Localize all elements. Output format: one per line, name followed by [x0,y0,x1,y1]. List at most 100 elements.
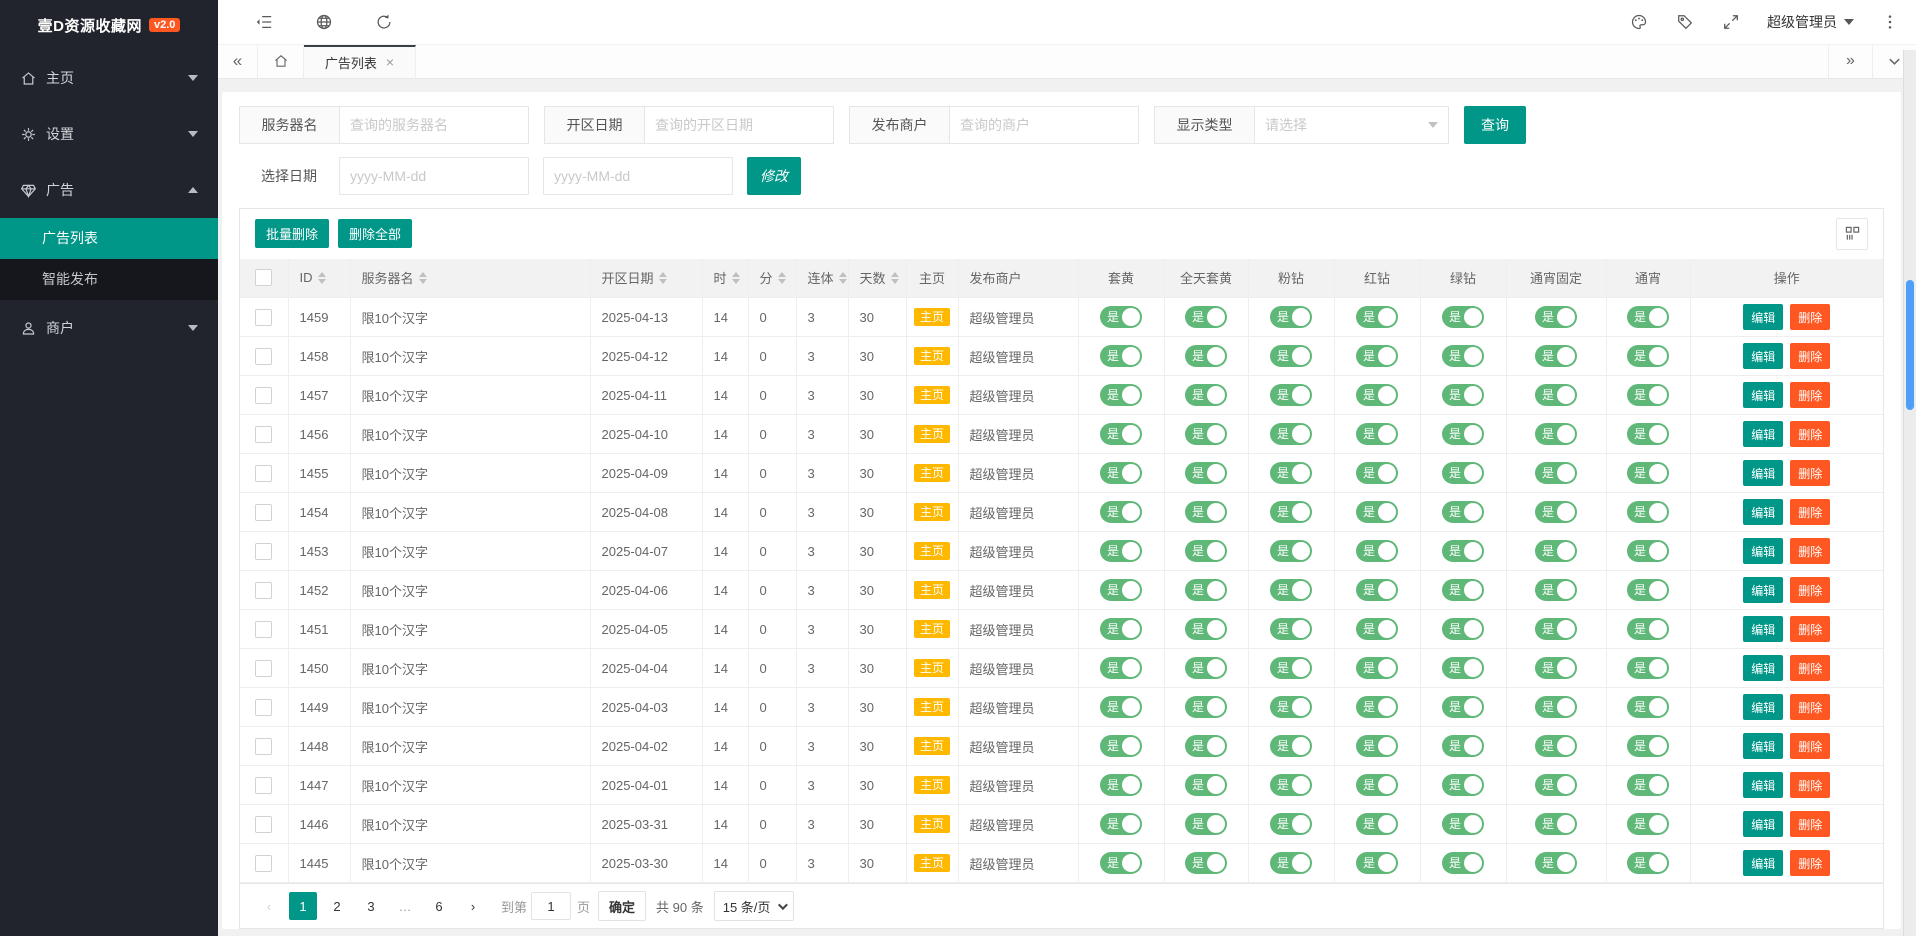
toggle-switch-fenzuan[interactable]: 是 [1270,774,1312,796]
toggle-switch-taohuang[interactable]: 是 [1100,462,1142,484]
toggle-switch-tongxiao[interactable]: 是 [1627,462,1669,484]
toggle-switch-tongxiao[interactable]: 是 [1627,618,1669,640]
home-badge[interactable]: 主页 [914,386,950,404]
edit-button[interactable]: 编辑 [1743,694,1783,720]
sidebar-item-home[interactable]: 主页 [0,50,218,106]
edit-button[interactable]: 编辑 [1743,421,1783,447]
toggle-switch-hongzuan[interactable]: 是 [1356,657,1398,679]
toggle-switch-fenzuan[interactable]: 是 [1270,423,1312,445]
sort-icon[interactable] [732,272,740,284]
toggle-switch-tongxiao-guding[interactable]: 是 [1535,657,1577,679]
toggle-switch-hongzuan[interactable]: 是 [1356,774,1398,796]
toggle-switch-fenzuan[interactable]: 是 [1270,618,1312,640]
home-badge[interactable]: 主页 [914,425,950,443]
row-checkbox[interactable] [255,699,272,716]
edit-button[interactable]: 编辑 [1743,811,1783,837]
toggle-switch-taohuang[interactable]: 是 [1100,579,1142,601]
column-header-2[interactable]: 服务器名 [350,259,590,298]
toggle-switch-taohuang[interactable]: 是 [1100,813,1142,835]
toggle-switch-quantian-taohuang[interactable]: 是 [1185,813,1227,835]
column-header-3[interactable]: 开区日期 [590,259,702,298]
delete-all-button[interactable]: 删除全部 [338,219,412,248]
toggle-switch-tongxiao[interactable]: 是 [1627,423,1669,445]
toggle-switch-taohuang[interactable]: 是 [1100,306,1142,328]
toggle-switch-fenzuan[interactable]: 是 [1270,501,1312,523]
sidebar-item-ads[interactable]: 广告 [0,162,218,218]
toggle-switch-fenzuan[interactable]: 是 [1270,384,1312,406]
toggle-switch-quantian-taohuang[interactable]: 是 [1185,462,1227,484]
toggle-switch-taohuang[interactable]: 是 [1100,696,1142,718]
toggle-switch-lvzuan[interactable]: 是 [1442,657,1484,679]
toggle-switch-taohuang[interactable]: 是 [1100,735,1142,757]
goto-page-input[interactable] [531,892,571,920]
tag-icon[interactable] [1675,12,1695,32]
home-badge[interactable]: 主页 [914,659,950,677]
toggle-switch-hongzuan[interactable]: 是 [1356,384,1398,406]
toggle-switch-taohuang[interactable]: 是 [1100,423,1142,445]
toggle-switch-lvzuan[interactable]: 是 [1442,813,1484,835]
toggle-switch-lvzuan[interactable]: 是 [1442,462,1484,484]
toggle-switch-fenzuan[interactable]: 是 [1270,813,1312,835]
home-badge[interactable]: 主页 [914,308,950,326]
edit-button[interactable]: 编辑 [1743,538,1783,564]
toggle-switch-taohuang[interactable]: 是 [1100,384,1142,406]
row-checkbox[interactable] [255,348,272,365]
toggle-switch-tongxiao-guding[interactable]: 是 [1535,540,1577,562]
toggle-switch-taohuang[interactable]: 是 [1100,540,1142,562]
modify-button[interactable]: 修改 [747,157,801,195]
fullscreen-icon[interactable] [1721,12,1741,32]
toggle-switch-quantian-taohuang[interactable]: 是 [1185,696,1227,718]
edit-button[interactable]: 编辑 [1743,460,1783,486]
user-menu[interactable]: 超级管理员 [1767,12,1854,32]
merchant-input[interactable] [949,106,1139,144]
row-checkbox[interactable] [255,777,272,794]
toggle-switch-tongxiao-guding[interactable]: 是 [1535,423,1577,445]
column-header-1[interactable]: ID [288,259,350,298]
toggle-switch-tongxiao-guding[interactable]: 是 [1535,735,1577,757]
display-type-select[interactable]: 请选择 [1254,106,1449,144]
edit-button[interactable]: 编辑 [1743,343,1783,369]
toggle-switch-tongxiao-guding[interactable]: 是 [1535,618,1577,640]
toggle-switch-hongzuan[interactable]: 是 [1356,579,1398,601]
pagination-prev[interactable]: ‹ [255,892,283,920]
toggle-switch-tongxiao[interactable]: 是 [1627,696,1669,718]
row-checkbox[interactable] [255,543,272,560]
delete-button[interactable]: 删除 [1790,616,1830,642]
toggle-switch-fenzuan[interactable]: 是 [1270,579,1312,601]
sidebar-item-ad-list[interactable]: 广告列表 [0,218,218,259]
edit-button[interactable]: 编辑 [1743,577,1783,603]
toggle-switch-fenzuan[interactable]: 是 [1270,657,1312,679]
edit-button[interactable]: 编辑 [1743,304,1783,330]
toggle-switch-fenzuan[interactable]: 是 [1270,306,1312,328]
toggle-switch-quantian-taohuang[interactable]: 是 [1185,306,1227,328]
toggle-switch-hongzuan[interactable]: 是 [1356,345,1398,367]
row-checkbox[interactable] [255,621,272,638]
delete-button[interactable]: 删除 [1790,499,1830,525]
home-badge[interactable]: 主页 [914,464,950,482]
toggle-switch-fenzuan[interactable]: 是 [1270,540,1312,562]
delete-button[interactable]: 删除 [1790,850,1830,876]
toggle-switch-tongxiao-guding[interactable]: 是 [1535,384,1577,406]
toggle-switch-tongxiao-guding[interactable]: 是 [1535,345,1577,367]
toggle-switch-taohuang[interactable]: 是 [1100,618,1142,640]
toggle-switch-lvzuan[interactable]: 是 [1442,306,1484,328]
toggle-switch-quantian-taohuang[interactable]: 是 [1185,501,1227,523]
toggle-switch-tongxiao-guding[interactable]: 是 [1535,462,1577,484]
delete-button[interactable]: 删除 [1790,538,1830,564]
delete-button[interactable]: 删除 [1790,304,1830,330]
delete-button[interactable]: 删除 [1790,460,1830,486]
server-name-input[interactable] [339,106,529,144]
row-checkbox[interactable] [255,426,272,443]
sort-icon[interactable] [419,272,427,284]
home-badge[interactable]: 主页 [914,776,950,794]
sidebar-item-settings[interactable]: 设置 [0,106,218,162]
refresh-icon[interactable] [374,12,394,32]
toggle-switch-taohuang[interactable]: 是 [1100,657,1142,679]
column-filter-button[interactable] [1836,218,1868,250]
toggle-switch-quantian-taohuang[interactable]: 是 [1185,852,1227,874]
toggle-switch-hongzuan[interactable]: 是 [1356,618,1398,640]
date-start-input[interactable] [339,157,529,195]
sort-icon[interactable] [659,272,667,284]
toggle-switch-fenzuan[interactable]: 是 [1270,852,1312,874]
toggle-switch-fenzuan[interactable]: 是 [1270,696,1312,718]
